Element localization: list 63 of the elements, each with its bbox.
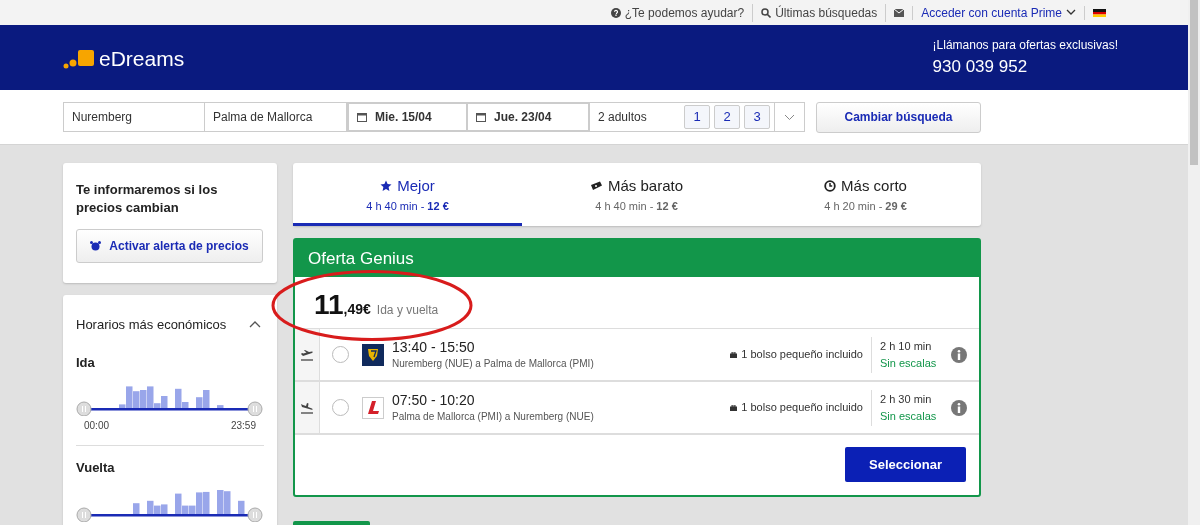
leg-label: Ida	[76, 353, 96, 372]
flight-times: 13:40 - 15:50	[392, 338, 476, 356]
help-link[interactable]: ¿Te podemos ayudar?	[624, 3, 754, 22]
calendar-icon	[357, 112, 367, 122]
help-icon	[610, 7, 621, 18]
brand-name: eDreams	[99, 47, 185, 69]
time-label: 23:59	[230, 419, 256, 433]
select-button[interactable]: Seleccionar	[845, 447, 966, 482]
flag-icon[interactable]	[1093, 8, 1106, 17]
mail-icon[interactable]	[894, 8, 905, 17]
calendar-icon	[476, 112, 486, 122]
origin-field[interactable]: Nuremberg	[63, 102, 205, 132]
landing-icon	[300, 401, 314, 414]
passenger-count-button[interactable]: 1	[684, 105, 710, 129]
scrollbar-thumb[interactable]	[1190, 0, 1198, 165]
bag-icon	[730, 351, 738, 358]
flight-radio[interactable]	[332, 399, 349, 416]
stops-text: Sin escalas	[880, 355, 938, 371]
takeoff-icon	[300, 348, 314, 361]
info-icon[interactable]	[951, 346, 967, 363]
sort-tab[interactable]: Más corto 4 h 20 min - 29 €	[751, 163, 980, 226]
scrollbar[interactable]	[1188, 0, 1200, 525]
time-label: 00:00	[84, 419, 110, 433]
bag-icon	[730, 404, 738, 411]
sort-tab[interactable]: Mejor 4 h 40 min - 12 €	[293, 163, 522, 226]
baggage-text: 1 bolso pequeño incluido	[741, 400, 863, 416]
departure-date-field[interactable]: Mie. 15/04	[347, 102, 468, 132]
flight-route: Nuremberg (NUE) a Palma de Mallorca (PMI)	[392, 356, 594, 371]
leg-label: Vuelta	[76, 459, 116, 477]
flight-times: 07:50 - 10:20	[392, 391, 476, 409]
sort-tab[interactable]: Más barato 4 h 40 min - 12 €	[522, 163, 751, 226]
info-icon[interactable]	[951, 399, 967, 416]
star-icon	[380, 180, 393, 193]
price-alert-button[interactable]: Activar alerta de precios	[76, 229, 263, 263]
ticket-icon	[589, 180, 603, 192]
flight-duration: 2 h 30 min	[880, 392, 933, 407]
alert-text: Te informaremos si los precios cambian	[76, 181, 219, 217]
phone-number: 930 039 952	[932, 55, 1029, 78]
price: 11,49€	[314, 291, 371, 320]
promo-text: ¡Llámanos para ofertas exclusivas!	[932, 36, 1118, 54]
account-link[interactable]: Acceder con cuenta Prime	[913, 3, 1076, 22]
airline-logo-icon	[362, 343, 384, 366]
return-date-field[interactable]: Jue. 23/04	[468, 102, 590, 132]
schedule-title: Horarios más económicos	[76, 316, 227, 334]
recent-searches-link[interactable]: Últimas búsquedas	[775, 3, 887, 22]
flight-route: Palma de Mallorca (PMI) a Nuremberg (NUE)	[392, 409, 594, 424]
collapse-caret-icon[interactable]	[249, 321, 261, 329]
flight-duration: 2 h 10 min	[880, 339, 933, 354]
offer-title: Oferta Genius	[295, 240, 979, 277]
change-search-button[interactable]: Cambiar búsqueda	[816, 101, 981, 133]
passenger-count-button[interactable]: 2	[714, 105, 740, 129]
passengers-label: 2 adultos	[598, 109, 648, 126]
alarm-icon	[90, 241, 102, 251]
destination-field[interactable]: Palma de Mallorca	[205, 102, 347, 132]
caret-icon[interactable]	[1066, 9, 1076, 16]
price-note: Ida y vuelta	[376, 302, 439, 319]
baggage-text: 1 bolso pequeño incluido	[741, 347, 863, 363]
clock-icon	[824, 180, 837, 193]
airline-logo-icon	[362, 396, 384, 419]
stops-text: Sin escalas	[880, 408, 938, 424]
flight-radio[interactable]	[332, 346, 349, 363]
passenger-count-button[interactable]: 3	[744, 105, 770, 129]
search-icon	[761, 7, 772, 18]
